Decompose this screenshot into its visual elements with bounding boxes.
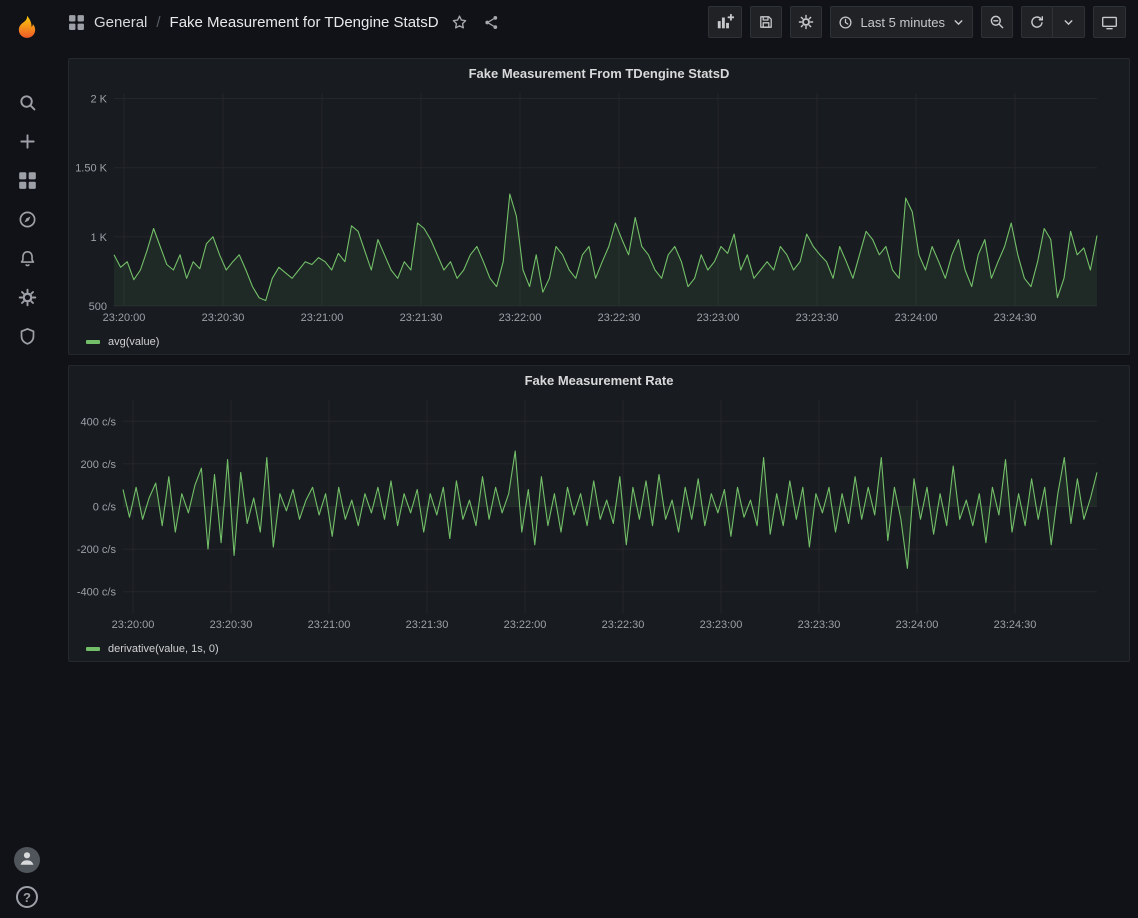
apps-grid-icon: [18, 171, 37, 193]
svg-text:23:23:00: 23:23:00: [700, 619, 743, 631]
series-label: derivative(value, 1s, 0): [108, 643, 219, 655]
star-icon: [451, 14, 468, 31]
refresh-icon: [1029, 14, 1045, 30]
user-avatar[interactable]: [14, 847, 40, 873]
svg-text:23:21:30: 23:21:30: [406, 619, 449, 631]
series-color-swatch: [86, 340, 100, 344]
sidebar-item-create[interactable]: [7, 126, 47, 160]
flame-icon: [13, 14, 41, 42]
star-dashboard-button[interactable]: [448, 11, 471, 34]
search-icon: [18, 93, 37, 115]
svg-text:2 K: 2 K: [90, 94, 107, 106]
legend-item[interactable]: avg(value): [69, 330, 1129, 354]
series-label: avg(value): [108, 336, 159, 348]
sidebar-item-configuration[interactable]: [7, 282, 47, 316]
dashboard-grid-icon: [68, 14, 85, 31]
zoom-out-time-button[interactable]: [981, 6, 1013, 38]
svg-text:23:21:00: 23:21:00: [308, 619, 351, 631]
main-area: General / Fake Measurement for TDengine …: [54, 0, 1138, 918]
svg-text:200 c/s: 200 c/s: [81, 459, 117, 471]
svg-text:23:23:00: 23:23:00: [697, 312, 740, 324]
help-button[interactable]: ?: [16, 886, 38, 908]
svg-text:23:20:00: 23:20:00: [112, 619, 155, 631]
svg-text:23:21:30: 23:21:30: [400, 312, 443, 324]
sidebar: ?: [0, 0, 54, 918]
plus-icon: [18, 132, 37, 154]
gear-icon: [798, 14, 814, 30]
sidebar-item-search[interactable]: [7, 87, 47, 121]
refresh-dashboard-button[interactable]: [1021, 6, 1053, 38]
panel-title[interactable]: Fake Measurement Rate: [69, 366, 1129, 394]
bell-icon: [18, 249, 37, 271]
chevron-down-icon: [952, 16, 965, 29]
sidebar-item-server-admin[interactable]: [7, 321, 47, 355]
breadcrumb-folder[interactable]: General: [94, 14, 147, 31]
time-range-label: Last 5 minutes: [860, 15, 945, 30]
time-range-picker[interactable]: Last 5 minutes: [830, 6, 973, 38]
svg-text:23:20:30: 23:20:30: [202, 312, 245, 324]
top-navbar: General / Fake Measurement for TDengine …: [54, 0, 1138, 44]
breadcrumb-separator: /: [156, 14, 160, 31]
chevron-down-icon: [1062, 16, 1075, 29]
question-mark-icon: ?: [23, 890, 31, 905]
gear-icon: [18, 288, 37, 310]
breadcrumb: General / Fake Measurement for TDengine …: [68, 11, 503, 34]
sidebar-item-alerting[interactable]: [7, 243, 47, 277]
dashboard-grid: Fake Measurement From TDengine StatsD 2 …: [54, 44, 1138, 918]
panel-fake-measurement: Fake Measurement From TDengine StatsD 2 …: [68, 58, 1130, 355]
dashboard-settings-button[interactable]: [790, 6, 822, 38]
timeseries-chart[interactable]: 2 K1.50 K1 K50023:20:0023:20:3023:21:002…: [69, 87, 1129, 330]
svg-text:0 c/s: 0 c/s: [93, 502, 117, 514]
legend-item[interactable]: derivative(value, 1s, 0): [69, 637, 1129, 661]
svg-text:23:22:30: 23:22:30: [598, 312, 641, 324]
zoom-out-icon: [989, 14, 1005, 30]
svg-text:23:20:30: 23:20:30: [210, 619, 253, 631]
svg-text:400 c/s: 400 c/s: [81, 416, 117, 428]
svg-text:23:24:30: 23:24:30: [994, 619, 1037, 631]
svg-text:23:21:00: 23:21:00: [301, 312, 344, 324]
user-icon: [17, 848, 37, 873]
svg-text:-400 c/s: -400 c/s: [77, 587, 117, 599]
svg-text:23:24:00: 23:24:00: [896, 619, 939, 631]
timeseries-chart[interactable]: 400 c/s 200 c/s 0 c/s -200 c/s -400 c/s 23:20…: [69, 394, 1129, 637]
monitor-icon: [1101, 14, 1118, 31]
add-panel-button[interactable]: [708, 6, 742, 38]
svg-text:-200 c/s: -200 c/s: [77, 544, 117, 556]
panel-title[interactable]: Fake Measurement From TDengine StatsD: [69, 59, 1129, 87]
svg-text:23:24:30: 23:24:30: [994, 312, 1037, 324]
svg-text:23:23:30: 23:23:30: [796, 312, 839, 324]
series-color-swatch: [86, 647, 100, 651]
svg-text:23:22:00: 23:22:00: [499, 312, 542, 324]
share-icon: [483, 14, 500, 31]
shield-icon: [18, 327, 37, 349]
svg-text:23:22:00: 23:22:00: [504, 619, 547, 631]
share-dashboard-button[interactable]: [480, 11, 503, 34]
dashboard-title: Fake Measurement for TDengine StatsD: [170, 14, 439, 31]
svg-text:1 K: 1 K: [90, 232, 107, 244]
refresh-button-group: [1021, 6, 1085, 38]
clock-icon: [838, 15, 853, 30]
save-dashboard-button[interactable]: [750, 6, 782, 38]
compass-icon: [18, 210, 37, 232]
refresh-interval-dropdown[interactable]: [1053, 6, 1085, 38]
sidebar-item-dashboards[interactable]: [7, 165, 47, 199]
cycle-view-mode-button[interactable]: [1093, 6, 1126, 38]
sidebar-item-explore[interactable]: [7, 204, 47, 238]
svg-text:23:22:30: 23:22:30: [602, 619, 645, 631]
svg-text:23:23:30: 23:23:30: [798, 619, 841, 631]
svg-text:1.50 K: 1.50 K: [75, 163, 107, 175]
dashboard-toolbar: Last 5 minutes: [708, 6, 1126, 38]
save-icon: [758, 14, 774, 30]
svg-text:23:24:00: 23:24:00: [895, 312, 938, 324]
add-panel-icon: [716, 13, 734, 31]
panel-fake-measurement-rate: Fake Measurement Rate 400 c/s 200 c/s 0 c/…: [68, 365, 1130, 662]
svg-text:23:20:00: 23:20:00: [103, 312, 146, 324]
grafana-logo[interactable]: [7, 8, 47, 48]
